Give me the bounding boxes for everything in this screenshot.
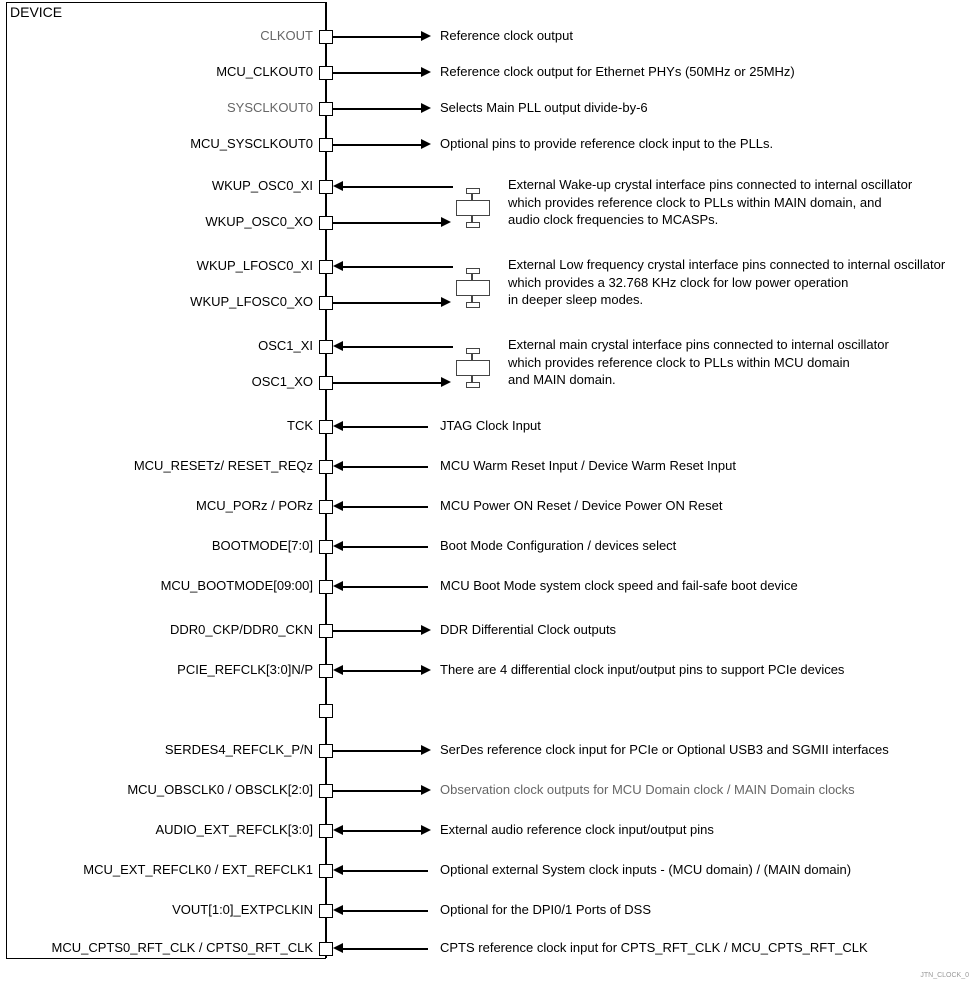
pin-box	[319, 216, 333, 230]
pin-label: SYSCLKOUT0	[227, 100, 313, 115]
pin-box	[319, 704, 333, 718]
pin-box	[319, 942, 333, 956]
pin-label: SERDES4_REFCLK_P/N	[165, 742, 313, 757]
pin-label: AUDIO_EXT_REFCLK[3:0]	[156, 822, 314, 837]
pin-row: BOOTMODE[7:0] Boot Mode Configuration / d…	[0, 538, 973, 558]
pin-label: MCU_SYSCLKOUT0	[190, 136, 313, 151]
pin-box	[319, 784, 333, 798]
pin-desc: Boot Mode Configuration / devices select	[440, 538, 676, 553]
pin-box	[319, 376, 333, 390]
pin-label: WKUP_LFOSC0_XO	[190, 294, 313, 309]
pin-box	[319, 500, 333, 514]
pin-row: MCU_CLKOUT0 Reference clock output for Et…	[0, 64, 973, 84]
pin-box	[319, 540, 333, 554]
pin-label: MCU_RESETz/ RESET_REQz	[134, 458, 313, 473]
pin-row: MCU_SYSCLKOUT0 Optional pins to provide r…	[0, 136, 973, 156]
pin-row: MCU_BOOTMODE[09:00] MCU Boot Mode system …	[0, 578, 973, 598]
pin-row: MCU_EXT_REFCLK0 / EXT_REFCLK1 Optional ex…	[0, 862, 973, 882]
pin-desc: Optional external System clock inputs - …	[440, 862, 851, 877]
pin-desc: SerDes reference clock input for PCIe or…	[440, 742, 889, 757]
pin-box	[319, 30, 333, 44]
pin-label: PCIE_REFCLK[3:0]N/P	[177, 662, 313, 677]
pin-row: MCU_RESETz/ RESET_REQz MCU Warm Reset Inp…	[0, 458, 973, 478]
pin-row: PCIE_REFCLK[3:0]N/P There are 4 different…	[0, 662, 973, 682]
pin-row: MCU_OBSCLK0 / OBSCLK[2:0] Observation clo…	[0, 782, 973, 802]
pin-label: VOUT[1:0]_EXTPCLKIN	[172, 902, 313, 917]
pin-desc: CPTS reference clock input for CPTS_RFT_…	[440, 940, 868, 955]
pin-desc: Optional pins to provide reference clock…	[440, 136, 773, 151]
pin-desc: Reference clock output for Ethernet PHYs…	[440, 64, 795, 79]
pin-label: MCU_EXT_REFCLK0 / EXT_REFCLK1	[83, 862, 313, 877]
pin-box	[319, 66, 333, 80]
pin-label: MCU_BOOTMODE[09:00]	[161, 578, 313, 593]
pin-label: MCU_OBSCLK0 / OBSCLK[2:0]	[127, 782, 313, 797]
pin-box	[319, 580, 333, 594]
pin-desc: Observation clock outputs for MCU Domain…	[440, 782, 855, 797]
pin-desc: External audio reference clock input/out…	[440, 822, 714, 837]
pin-label: MCU_CLKOUT0	[216, 64, 313, 79]
pin-row: AUDIO_EXT_REFCLK[3:0] External audio refe…	[0, 822, 973, 842]
pin-desc: MCU Power ON Reset / Device Power ON Res…	[440, 498, 722, 513]
pin-desc: There are 4 differential clock input/out…	[440, 662, 844, 677]
pin-box	[319, 864, 333, 878]
pin-box	[319, 664, 333, 678]
device-label: DEVICE	[10, 4, 62, 20]
pin-desc: DDR Differential Clock outputs	[440, 622, 616, 637]
pin-label: OSC1_XO	[252, 374, 313, 389]
pin-box	[319, 296, 333, 310]
pin-box	[319, 138, 333, 152]
pin-row: MCU_CPTS0_RFT_CLK / CPTS0_RFT_CLK CPTS re…	[0, 940, 973, 960]
pin-label: MCU_CPTS0_RFT_CLK / CPTS0_RFT_CLK	[51, 940, 313, 955]
pin-row	[0, 702, 973, 722]
pin-row: CLKOUT Reference clock output	[0, 28, 973, 48]
pin-box	[319, 904, 333, 918]
pin-row: SYSCLKOUT0 Selects Main PLL output divide…	[0, 100, 973, 120]
pin-label: MCU_PORz / PORz	[196, 498, 313, 513]
pin-desc: Optional for the DPI0/1 Ports of DSS	[440, 902, 651, 917]
pin-row: MCU_PORz / PORz MCU Power ON Reset / Devi…	[0, 498, 973, 518]
pin-label: TCK	[287, 418, 313, 433]
pin-row: WKUP_OSC0_XO	[0, 214, 973, 234]
pin-desc: Selects Main PLL output divide-by-6	[440, 100, 648, 115]
pin-box	[319, 824, 333, 838]
pin-box	[319, 744, 333, 758]
pin-desc: MCU Boot Mode system clock speed and fai…	[440, 578, 798, 593]
pin-desc: JTAG Clock Input	[440, 418, 541, 433]
pin-box	[319, 460, 333, 474]
pin-box	[319, 180, 333, 194]
pin-box	[319, 260, 333, 274]
pin-label: DDR0_CKP/DDR0_CKN	[170, 622, 313, 637]
pin-row: VOUT[1:0]_EXTPCLKIN Optional for the DPI0…	[0, 902, 973, 922]
pin-desc: MCU Warm Reset Input / Device Warm Reset…	[440, 458, 736, 473]
pin-desc: Reference clock output	[440, 28, 573, 43]
pin-row: WKUP_LFOSC0_XO	[0, 294, 973, 314]
pin-box	[319, 624, 333, 638]
pin-row: DDR0_CKP/DDR0_CKN DDR Differential Clock …	[0, 622, 973, 642]
pin-label: WKUP_OSC0_XI	[212, 178, 313, 193]
pin-label: WKUP_LFOSC0_XI	[197, 258, 313, 273]
pin-label: BOOTMODE[7:0]	[212, 538, 313, 553]
pin-row: SERDES4_REFCLK_P/N SerDes reference clock…	[0, 742, 973, 762]
pin-row: OSC1_XO	[0, 374, 973, 394]
pin-box	[319, 102, 333, 116]
footer-id: JTN_CLOCK_0	[920, 972, 969, 979]
pin-label: CLKOUT	[260, 28, 313, 43]
pin-box	[319, 340, 333, 354]
pin-label: OSC1_XI	[258, 338, 313, 353]
pin-label: WKUP_OSC0_XO	[205, 214, 313, 229]
pin-row: TCK JTAG Clock Input	[0, 418, 973, 438]
pin-box	[319, 420, 333, 434]
